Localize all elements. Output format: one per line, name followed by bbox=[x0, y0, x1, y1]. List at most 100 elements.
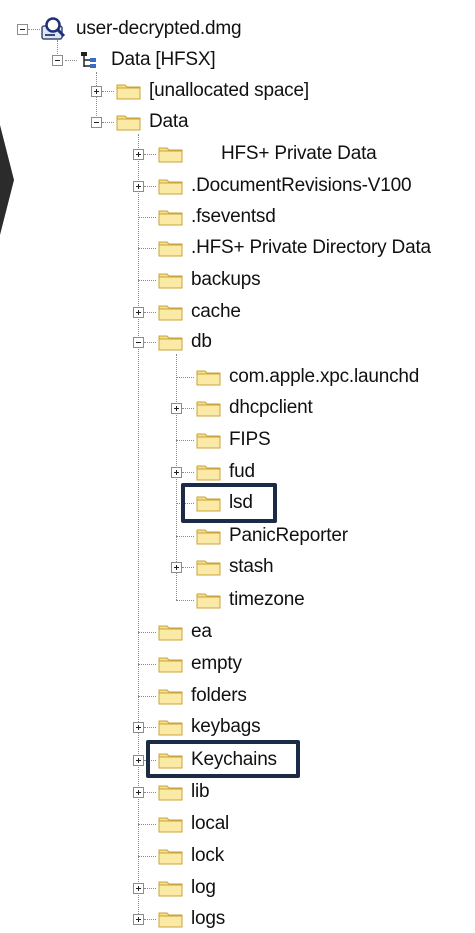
folder-icon bbox=[158, 881, 183, 897]
tree-line bbox=[144, 888, 156, 889]
tree-node-label: cache bbox=[191, 301, 241, 322]
tree-node-volume[interactable]: Data [HFSX] bbox=[79, 46, 216, 74]
expand-toggle[interactable] bbox=[133, 787, 144, 798]
tree-node-label: empty bbox=[191, 653, 242, 674]
tree-line bbox=[176, 440, 194, 441]
collapse-toggle[interactable] bbox=[52, 55, 63, 66]
tree-node-fud[interactable]: fud bbox=[196, 458, 255, 486]
tree-node-label: [unallocated space] bbox=[149, 80, 309, 101]
tree-node-data[interactable]: Data bbox=[116, 108, 189, 136]
folder-icon bbox=[158, 689, 183, 705]
tree-node-fips[interactable]: FIPS bbox=[196, 426, 271, 454]
tree-node-root[interactable]: user-decrypted.dmg bbox=[40, 15, 242, 43]
tree-node-label: ea bbox=[191, 621, 212, 642]
tree-line bbox=[138, 664, 156, 665]
tree-node-db[interactable]: db bbox=[158, 328, 212, 356]
expand-toggle[interactable] bbox=[171, 467, 182, 478]
tree-node-label: HFS+ Private Data bbox=[221, 143, 377, 164]
tree-node-label: timezone bbox=[229, 589, 305, 610]
tree-node-label: user-decrypted.dmg bbox=[76, 18, 242, 39]
tree-line bbox=[102, 91, 114, 92]
tree-line bbox=[144, 312, 156, 313]
tree-node-label: fud bbox=[229, 461, 255, 482]
tree-node-dhcpclient[interactable]: dhcpclient bbox=[196, 394, 313, 422]
tree-node-lock[interactable]: lock bbox=[158, 842, 224, 870]
tree-node-com-apple-xpc-launchd[interactable]: com.apple.xpc.launchd bbox=[196, 363, 419, 391]
tree-node-log[interactable]: log bbox=[158, 874, 216, 902]
folder-icon bbox=[158, 657, 183, 673]
folder-icon bbox=[158, 305, 183, 321]
expand-toggle[interactable] bbox=[91, 86, 102, 97]
tree-node-ea[interactable]: ea bbox=[158, 618, 212, 646]
tree-line bbox=[138, 696, 156, 697]
tree-node-label: lock bbox=[191, 845, 224, 866]
collapse-toggle[interactable] bbox=[91, 117, 102, 128]
folder-icon bbox=[158, 912, 183, 928]
folder-icon bbox=[196, 433, 221, 449]
folder-icon bbox=[158, 817, 183, 833]
tree-node-label: folders bbox=[191, 685, 247, 706]
tree-line bbox=[138, 824, 156, 825]
tree-node-label: dhcpclient bbox=[229, 397, 313, 418]
collapse-toggle[interactable] bbox=[17, 24, 28, 35]
tree-node-label: com.apple.xpc.launchd bbox=[229, 366, 420, 387]
tree-node-timezone[interactable]: timezone bbox=[196, 586, 305, 614]
disk-image-magnifier-icon bbox=[41, 17, 66, 40]
expand-toggle[interactable] bbox=[133, 755, 144, 766]
folder-icon bbox=[158, 849, 183, 865]
folder-icon bbox=[158, 179, 183, 195]
tree-node-hfs-private-directory-data[interactable]: .HFS+ Private Directory Data bbox=[158, 234, 431, 262]
folder-icon bbox=[196, 370, 221, 386]
folder-icon bbox=[196, 593, 221, 609]
tree-node-unallocated[interactable]: [unallocated space] bbox=[116, 77, 309, 105]
tree-node-backups[interactable]: backups bbox=[158, 266, 261, 294]
expand-toggle[interactable] bbox=[133, 149, 144, 160]
expand-toggle[interactable] bbox=[133, 722, 144, 733]
tree-node-label: .DocumentRevisions-V100 bbox=[191, 175, 412, 196]
volume-tree-icon bbox=[81, 52, 96, 68]
tree-line bbox=[138, 632, 156, 633]
folder-icon bbox=[158, 273, 183, 289]
tree-node-fseventsd[interactable]: .fseventsd bbox=[158, 203, 276, 231]
tree-line bbox=[176, 536, 194, 537]
tree-node-label: keybags bbox=[191, 716, 261, 737]
folder-icon bbox=[196, 401, 221, 417]
expand-toggle[interactable] bbox=[171, 403, 182, 414]
tree-line bbox=[138, 134, 139, 920]
tree-node-document-revisions[interactable]: .DocumentRevisions-V100 bbox=[158, 172, 412, 200]
expand-toggle[interactable] bbox=[133, 181, 144, 192]
expand-toggle[interactable] bbox=[133, 307, 144, 318]
tree-node-label: Data bbox=[149, 111, 189, 132]
keychains-highlight-box bbox=[146, 740, 300, 778]
tree-node-cache[interactable]: cache bbox=[158, 298, 241, 326]
expand-toggle[interactable] bbox=[133, 914, 144, 925]
page-edge-arrow bbox=[0, 125, 14, 235]
folder-icon bbox=[158, 720, 183, 736]
tree-node-label: logs bbox=[191, 908, 226, 929]
folder-icon bbox=[158, 785, 183, 801]
tree-node-empty[interactable]: empty bbox=[158, 650, 242, 678]
tree-node-local[interactable]: local bbox=[158, 810, 229, 838]
tree-node-label: .fseventsd bbox=[191, 206, 276, 227]
tree-node-label: FIPS bbox=[229, 429, 271, 450]
folder-icon bbox=[158, 210, 183, 226]
tree-line bbox=[144, 186, 156, 187]
expand-toggle[interactable] bbox=[171, 562, 182, 573]
tree-line bbox=[144, 154, 156, 155]
tree-line bbox=[65, 60, 77, 61]
folder-icon bbox=[116, 84, 141, 100]
expand-toggle[interactable] bbox=[133, 883, 144, 894]
tree-node-hfs-private-data[interactable]: HFS+ Private Data bbox=[158, 140, 377, 168]
tree-line bbox=[176, 600, 194, 601]
tree-node-keybags[interactable]: keybags bbox=[158, 713, 261, 741]
collapse-toggle[interactable] bbox=[133, 337, 144, 348]
tree-node-lib[interactable]: lib bbox=[158, 778, 210, 806]
tree-line bbox=[96, 72, 97, 122]
tree-node-folders[interactable]: folders bbox=[158, 682, 247, 710]
tree-node-stash[interactable]: stash bbox=[196, 553, 274, 581]
tree-node-panicreporter[interactable]: PanicReporter bbox=[196, 522, 348, 550]
tree-line bbox=[102, 122, 114, 123]
tree-line bbox=[182, 472, 194, 473]
tree-line bbox=[28, 29, 40, 30]
tree-node-logs[interactable]: logs bbox=[158, 905, 225, 933]
